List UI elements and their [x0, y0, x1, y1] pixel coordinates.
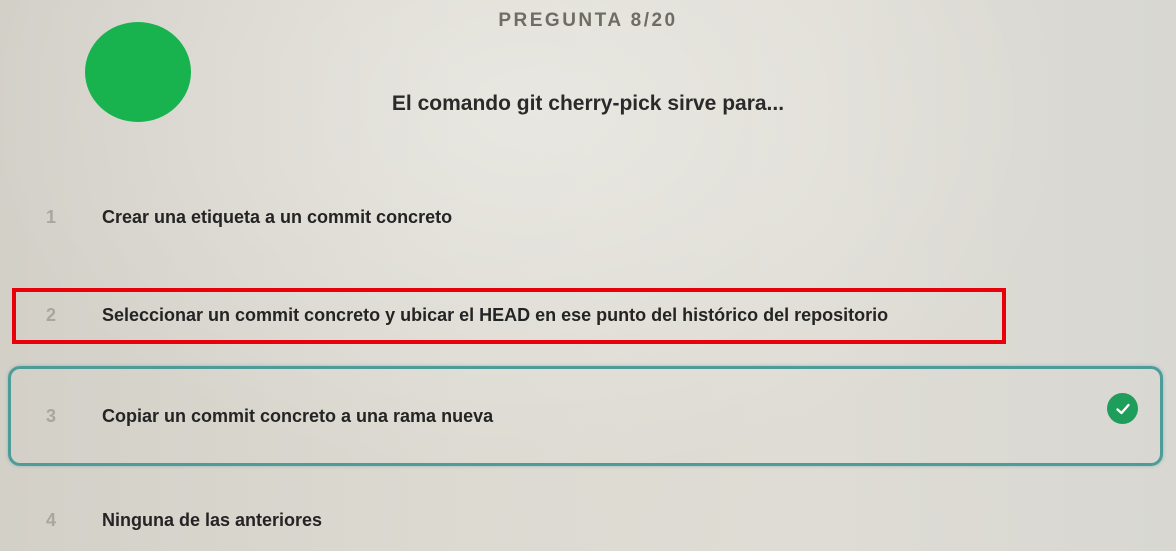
- option-number: 3: [46, 405, 57, 426]
- option-number: 2: [46, 304, 57, 325]
- option-number: 1: [46, 206, 57, 227]
- question-counter: PREGUNTA 8/20: [498, 10, 678, 31]
- answer-option-4[interactable]: 4 Ninguna de las anteriores: [12, 490, 1162, 550]
- answer-option-2[interactable]: 2 Seleccionar un commit concreto y ubica…: [12, 285, 1162, 345]
- option-label: Copiar un commit concreto a una rama nue…: [102, 405, 494, 426]
- option-label: Crear una etiqueta a un commit concreto: [102, 206, 453, 227]
- question-text: El comando git cherry-pick sirve para...: [391, 92, 785, 115]
- answer-option-1[interactable]: 1 Crear una etiqueta a un commit concret…: [12, 187, 1162, 247]
- check-circle-icon: [1107, 393, 1138, 424]
- option-label: Ninguna de las anteriores: [102, 509, 323, 530]
- option-label: Seleccionar un commit concreto y ubicar …: [102, 304, 889, 325]
- answer-option-3[interactable]: 3 Copiar un commit concreto a una rama n…: [12, 367, 1162, 465]
- option-number: 4: [46, 509, 57, 530]
